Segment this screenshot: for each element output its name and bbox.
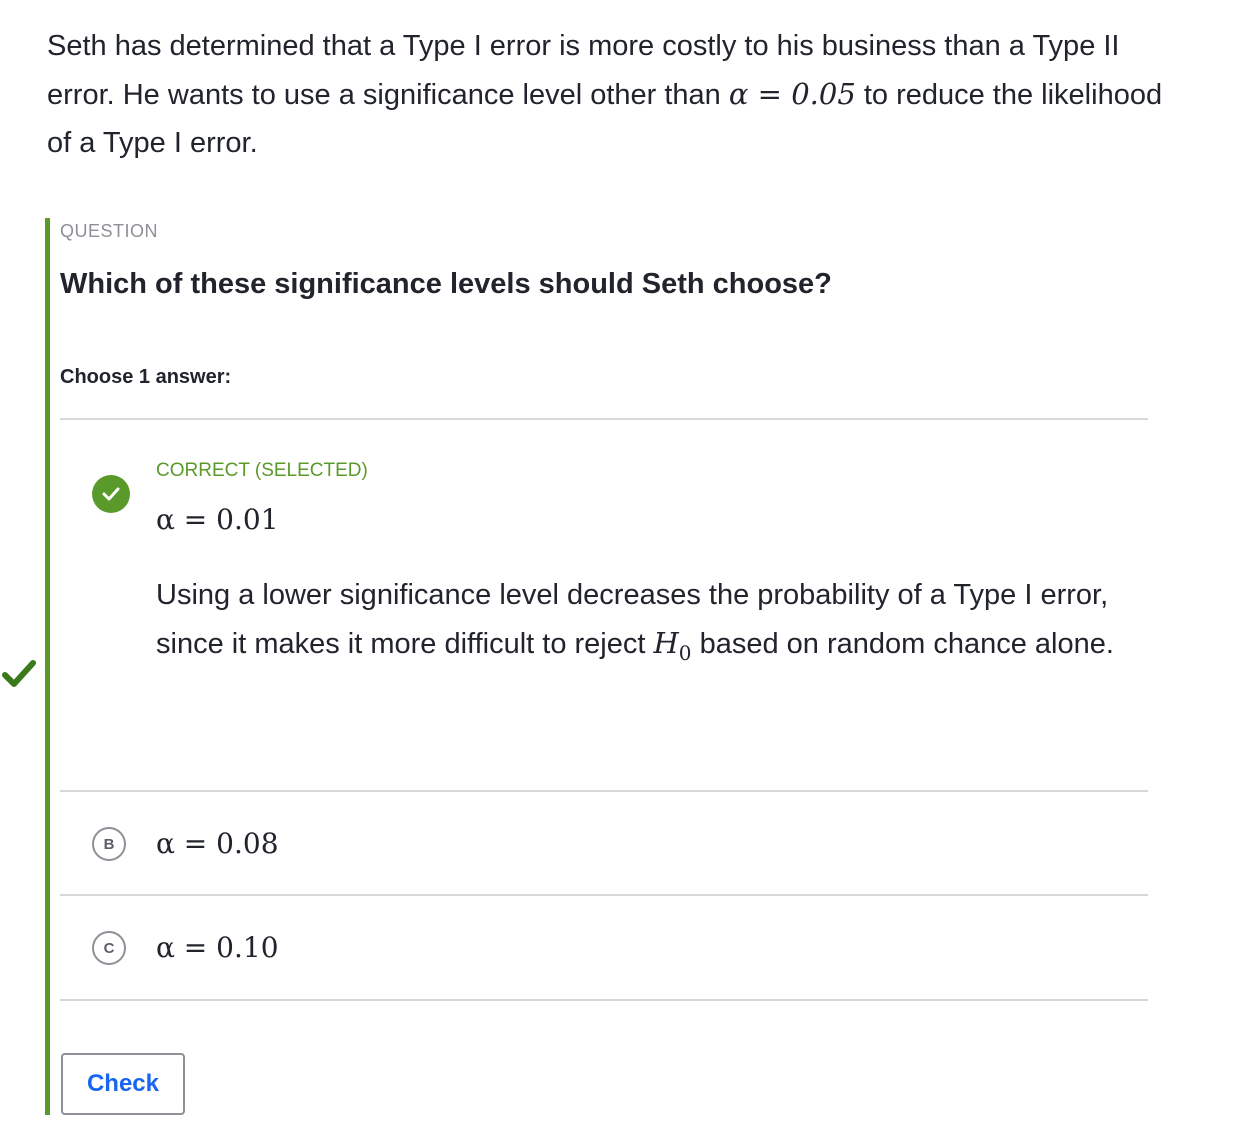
choice-a-status: CORRECT (SELECTED) <box>156 460 368 481</box>
choice-a-explanation: Using a lower significance level decreas… <box>156 571 1146 677</box>
choice-b-letter[interactable]: B <box>92 827 126 861</box>
choose-instruction: Choose 1 answer: <box>60 366 232 388</box>
choice-b-math: α = 0.08 <box>156 827 279 860</box>
correct-check-icon <box>2 660 36 687</box>
intro-paragraph: Seth has determined that a Type I error … <box>47 22 1167 167</box>
choice-a-selected-indicator[interactable] <box>92 475 130 513</box>
intro-alpha-math: α = 0.05 <box>728 77 856 111</box>
divider <box>60 999 1148 1001</box>
choice-a-math: α = 0.01 <box>156 503 279 536</box>
question-accent-bar <box>45 218 50 1115</box>
explanation-math-h: H <box>653 626 679 660</box>
explanation-math-subscript: 0 <box>678 640 692 665</box>
question-text: Which of these significance levels shoul… <box>60 268 832 300</box>
choice-c-letter[interactable]: C <box>92 931 126 965</box>
question-label: QUESTION <box>60 221 159 241</box>
explanation-text-end: based on random chance alone. <box>691 628 1114 660</box>
checkmark-icon <box>102 487 120 501</box>
choice-c-math: α = 0.10 <box>156 931 279 964</box>
check-button[interactable]: Check <box>61 1053 185 1115</box>
